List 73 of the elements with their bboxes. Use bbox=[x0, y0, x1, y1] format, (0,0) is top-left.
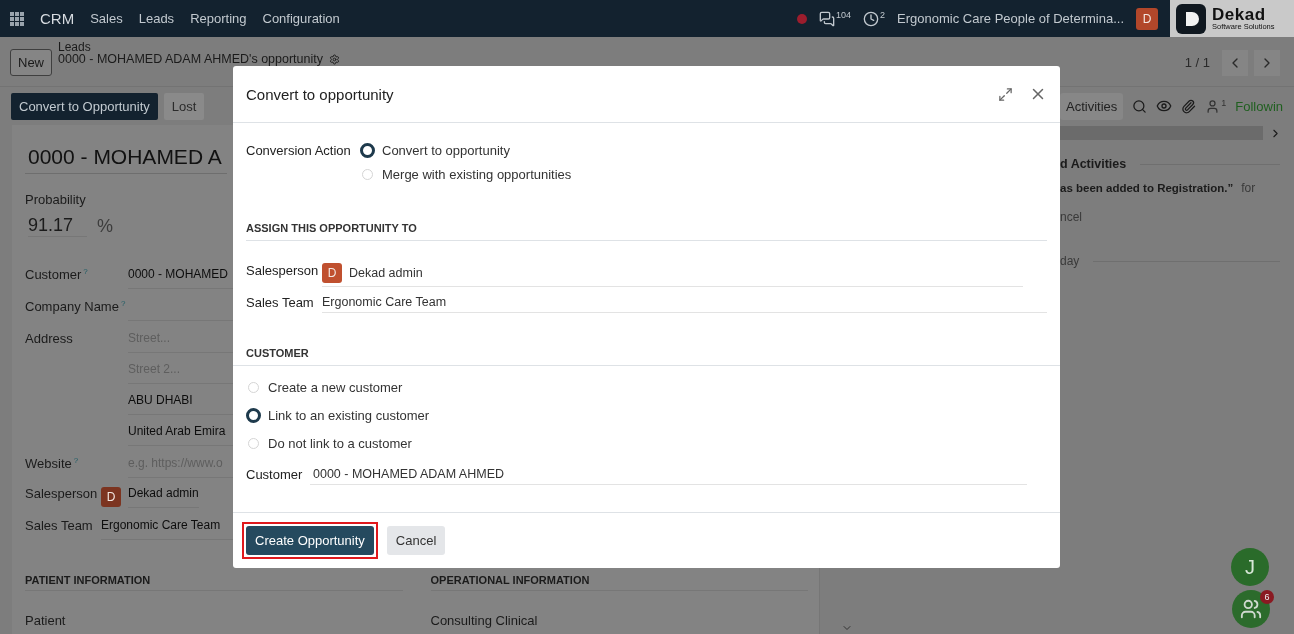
breadcrumb-link[interactable]: Leads bbox=[58, 41, 340, 53]
probability-value[interactable]: 91.17 bbox=[28, 215, 88, 237]
field-label: Salesperson bbox=[25, 486, 99, 503]
app-name[interactable]: CRM bbox=[40, 10, 75, 27]
logo-mark-icon bbox=[1176, 3, 1206, 34]
field-label: Website$^{?}$ bbox=[25, 456, 80, 474]
field-label: Patient bbox=[25, 613, 67, 628]
follower-count: 1 bbox=[1221, 98, 1227, 108]
field-label: Company Name$^{?}$ bbox=[25, 299, 127, 317]
company-name[interactable]: Ergonomic Care People of Determina... bbox=[897, 11, 1124, 26]
convert-button[interactable]: Convert to Opportunity bbox=[11, 92, 158, 120]
user-avatar: D bbox=[101, 487, 121, 507]
user-avatar: D bbox=[322, 263, 342, 283]
field-label: Customer$^{?}$ bbox=[25, 267, 89, 285]
pager-counter: 1 / 1 bbox=[1184, 55, 1210, 70]
notification-badge: 6 bbox=[1260, 590, 1274, 604]
lost-button[interactable]: Lost bbox=[163, 92, 205, 120]
percent-sign: % bbox=[97, 215, 114, 237]
follower-icon[interactable] bbox=[1205, 98, 1221, 114]
activity-summary: as been added to Registration.” bbox=[1060, 182, 1234, 194]
create-opportunity-button[interactable]: Create Opportunity bbox=[246, 526, 374, 555]
message-count: 104 bbox=[836, 10, 852, 20]
date-separator: day bbox=[1060, 254, 1080, 268]
logo-name: Dekad bbox=[1212, 6, 1266, 24]
sales-team-field[interactable]: Ergonomic Care Team bbox=[322, 295, 1047, 313]
user-bubble[interactable]: J bbox=[1231, 548, 1269, 586]
people-icon bbox=[1240, 598, 1262, 620]
dialog-title: Convert to opportunity bbox=[246, 85, 394, 103]
menu-item[interactable]: Sales bbox=[90, 11, 123, 26]
radio-option[interactable]: Do not link to a customer bbox=[246, 436, 430, 451]
menu-item[interactable]: Configuration bbox=[262, 11, 340, 26]
record-name: 0000 - MOHAMED ADAM AHMED's opportunity bbox=[58, 53, 323, 65]
field-label: Salesperson bbox=[246, 263, 320, 278]
expand-icon[interactable] bbox=[998, 86, 1013, 102]
eye-icon[interactable] bbox=[1156, 98, 1173, 114]
section-title: ASSIGN THIS OPPORTUNITY TO bbox=[246, 222, 1047, 241]
field-label: Consulting Clinical bbox=[430, 613, 539, 628]
scrollbar[interactable] bbox=[1060, 126, 1263, 140]
new-button[interactable]: New bbox=[10, 49, 52, 76]
cancel-link[interactable]: ncel bbox=[1060, 210, 1082, 224]
assistant-button[interactable] bbox=[1232, 590, 1270, 628]
app-grid-icon[interactable] bbox=[10, 11, 24, 26]
field-label: Sales Team bbox=[246, 295, 315, 310]
menu-item[interactable]: Leads bbox=[138, 11, 175, 26]
section-title: OPERATIONAL INFORMATION bbox=[430, 574, 808, 591]
field-label: Sales Team bbox=[25, 518, 94, 535]
field-value[interactable]: Dekad admin bbox=[128, 486, 199, 508]
radio-option[interactable]: Merge with existing opportunities bbox=[360, 167, 572, 182]
radio-option[interactable]: Link to an existing customer bbox=[246, 408, 430, 423]
cancel-button[interactable]: Cancel bbox=[386, 526, 446, 555]
field-label: Customer bbox=[246, 467, 304, 482]
activity-count: 2 bbox=[880, 10, 886, 20]
activities-button[interactable]: Activities bbox=[1060, 92, 1124, 120]
user-avatar[interactable]: D bbox=[1136, 7, 1158, 30]
section-title: CUSTOMER bbox=[233, 347, 1060, 366]
settings-icon[interactable] bbox=[329, 53, 340, 65]
record-title[interactable]: 0000 - MOHAMED A bbox=[25, 139, 227, 174]
customer-field[interactable]: 0000 - MOHAMED ADAM AHMED bbox=[310, 467, 1027, 485]
field-label: Conversion Action bbox=[246, 143, 352, 158]
recording-dot-icon[interactable] bbox=[797, 13, 808, 24]
section-title: PATIENT INFORMATION bbox=[25, 574, 403, 591]
field-label: Address bbox=[25, 331, 74, 348]
salesperson-field[interactable]: D Dekad admin bbox=[322, 263, 1023, 287]
paperclip-icon[interactable] bbox=[1181, 98, 1197, 114]
probability-label: Probability bbox=[25, 192, 87, 207]
radio-option[interactable]: Convert to opportunity bbox=[360, 143, 572, 158]
menu-item[interactable]: Reporting bbox=[190, 11, 247, 26]
activities-heading[interactable]: d Activities bbox=[1060, 157, 1127, 171]
radio-option[interactable]: Create a new customer bbox=[246, 380, 430, 395]
clock-icon[interactable] bbox=[863, 10, 880, 27]
chat-icon[interactable] bbox=[819, 10, 836, 27]
activity-for: for bbox=[1241, 181, 1256, 195]
search-icon[interactable] bbox=[1132, 98, 1148, 114]
